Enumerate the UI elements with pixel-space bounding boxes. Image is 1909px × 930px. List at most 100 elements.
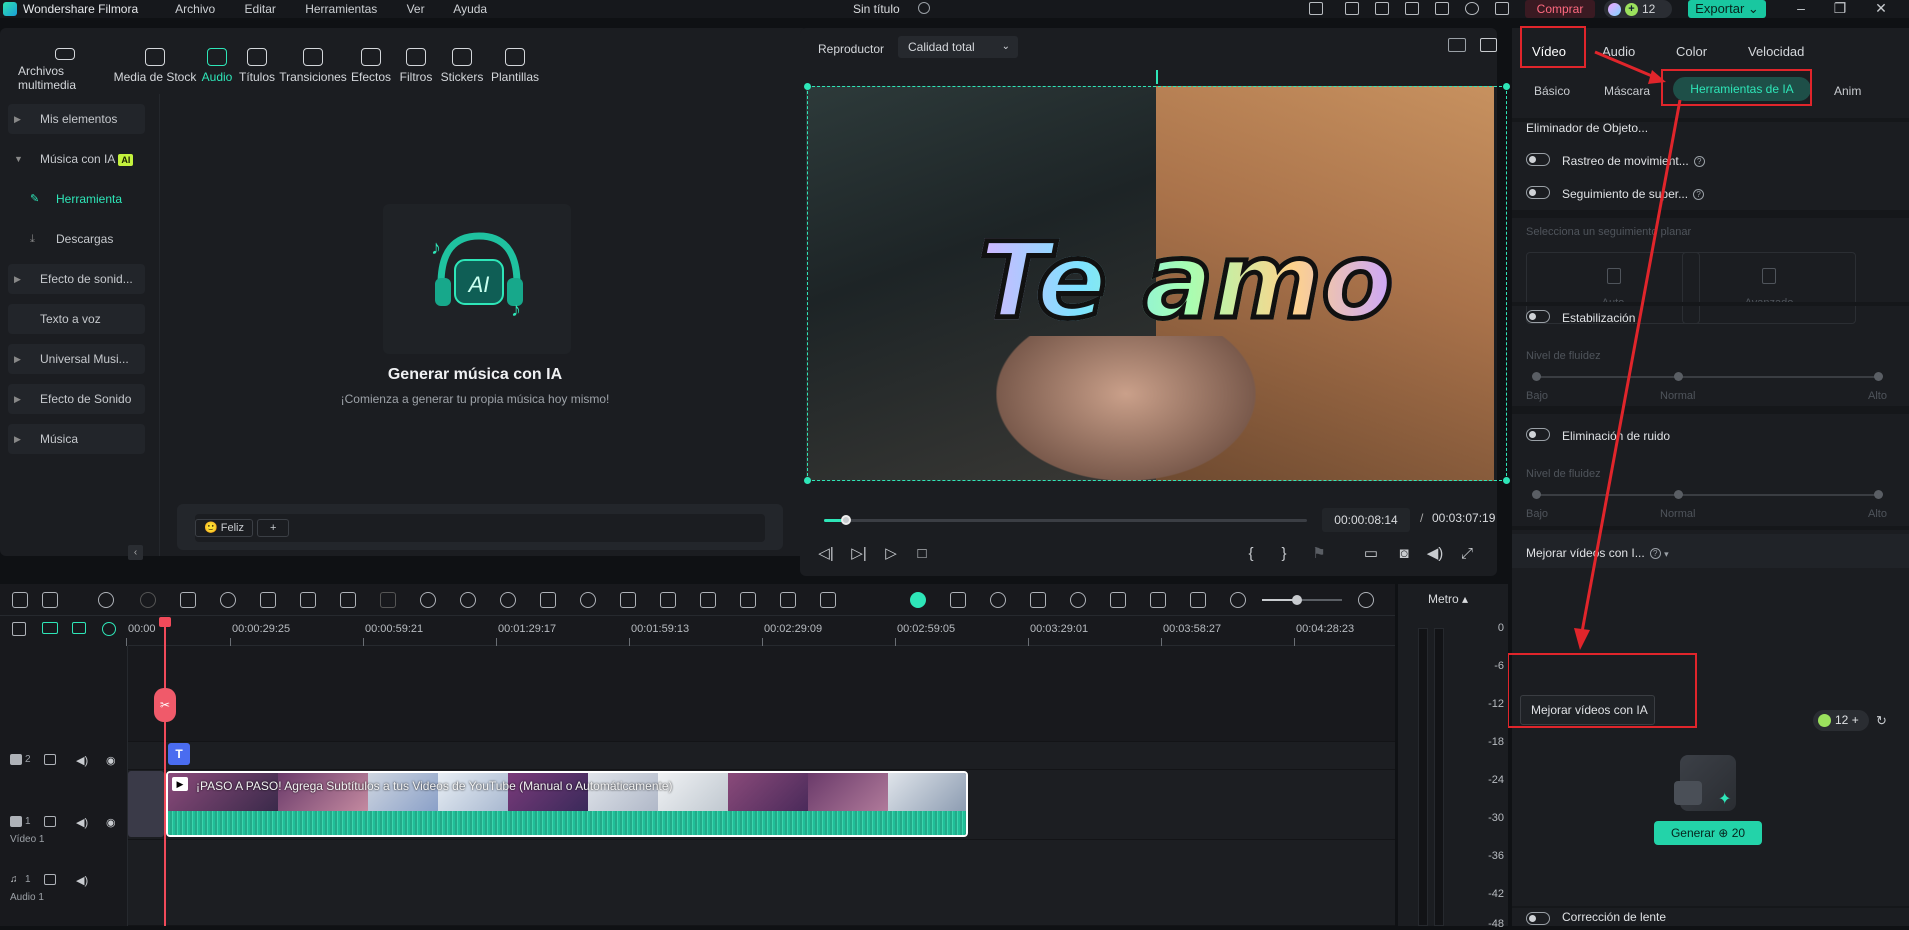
stabilization-toggle[interactable]: [1526, 310, 1550, 323]
subtab-mascara[interactable]: Máscara: [1604, 84, 1650, 98]
tab-transiciones[interactable]: Transiciones: [278, 28, 348, 92]
restore-icon[interactable]: ❐: [1833, 1, 1847, 15]
cloud-upload-icon[interactable]: [1435, 2, 1449, 15]
subtab-animacion[interactable]: Anim: [1834, 84, 1861, 98]
mark-in-icon[interactable]: {: [1242, 545, 1260, 563]
collapse-panel-icon[interactable]: ‹: [128, 545, 143, 560]
save-icon[interactable]: [1405, 2, 1419, 15]
send-icon[interactable]: [1309, 2, 1323, 15]
color-icon[interactable]: [460, 592, 476, 608]
mood-chip-feliz[interactable]: 🙂 Feliz: [195, 519, 253, 537]
text-clip-marker[interactable]: T: [168, 743, 190, 765]
layout-icon[interactable]: [1375, 2, 1389, 15]
tab-stickers[interactable]: Stickers: [438, 28, 486, 92]
menu-ver[interactable]: Ver: [407, 2, 425, 16]
zoom-in-icon[interactable]: [1358, 592, 1374, 608]
folder-icon[interactable]: [44, 816, 56, 827]
progress-knob[interactable]: [840, 515, 851, 525]
resize-handle[interactable]: [804, 477, 811, 484]
rotate-handle[interactable]: [1156, 70, 1158, 84]
sidebar-item-mis-elementos[interactable]: ▶ Mis elementos: [8, 104, 145, 134]
surface-tracking-toggle[interactable]: [1526, 186, 1550, 199]
zoom-out-icon[interactable]: [1230, 592, 1246, 608]
add-chip-button[interactable]: +: [257, 519, 290, 537]
prompt-input[interactable]: 🙂 Feliz +: [195, 514, 765, 542]
sidebar-item-herramienta[interactable]: ✎ Herramienta: [20, 184, 157, 214]
marker-icon[interactable]: ⚑: [1310, 545, 1328, 563]
sidebar-item-universal-music[interactable]: ▶ Universal Musi...: [8, 344, 145, 374]
folder-icon[interactable]: [44, 754, 56, 765]
prev-frame-icon[interactable]: ◁|: [817, 545, 835, 563]
auto-highlight-icon[interactable]: [950, 592, 966, 608]
record-icon[interactable]: [990, 592, 1006, 608]
timeline-ruler[interactable]: 00:00 00:00:29:25 00:00:59:21 00:01:29:1…: [126, 616, 1395, 646]
tab-filtros[interactable]: Filtros: [394, 28, 438, 92]
image-settings-icon[interactable]: [1150, 592, 1166, 608]
shield-icon[interactable]: [1030, 592, 1046, 608]
grid-view-icon[interactable]: [1448, 38, 1466, 52]
playhead-handle[interactable]: [159, 617, 171, 627]
resize-handle[interactable]: [1503, 477, 1510, 484]
add-track-icon[interactable]: [12, 622, 26, 636]
slider-stop[interactable]: [1674, 490, 1683, 499]
cut-icon[interactable]: [220, 592, 236, 608]
menu-editar[interactable]: Editar: [245, 2, 276, 16]
track-audio-1[interactable]: [128, 840, 1395, 926]
help-icon[interactable]: ?: [1693, 156, 1705, 168]
translate-icon[interactable]: [740, 592, 756, 608]
menu-herramientas[interactable]: Herramientas: [305, 2, 377, 16]
link-track-icon[interactable]: [42, 622, 58, 634]
selection-frame[interactable]: [807, 86, 1507, 481]
play-icon[interactable]: ▷: [882, 545, 900, 563]
denoise-toggle[interactable]: [1526, 428, 1550, 441]
crop-icon[interactable]: [260, 592, 276, 608]
link-icon[interactable]: [820, 592, 836, 608]
tab-audio-inspector[interactable]: Audio: [1602, 44, 1635, 59]
sidebar-item-descargas[interactable]: ⤓ Descargas: [20, 224, 157, 254]
speaker-icon[interactable]: ◀): [76, 874, 88, 887]
slider-stop[interactable]: [1532, 372, 1541, 381]
subtab-basico[interactable]: Básico: [1534, 84, 1570, 98]
advanced-tracking-button[interactable]: Avanzado: [1682, 252, 1856, 324]
tab-velocidad[interactable]: Velocidad: [1748, 44, 1804, 59]
generate-button[interactable]: Generar ⊕ 20: [1654, 821, 1762, 845]
buy-button[interactable]: Comprar: [1525, 0, 1595, 18]
fullscreen-icon[interactable]: ⤢: [1458, 545, 1476, 563]
timer-icon[interactable]: [580, 592, 596, 608]
slider-stop[interactable]: [1532, 490, 1541, 499]
split-scissors-icon[interactable]: ✂: [154, 688, 176, 722]
minimize-icon[interactable]: –: [1794, 1, 1808, 15]
speaker-icon[interactable]: ◀): [76, 754, 88, 767]
ai-disabled-icon[interactable]: [380, 592, 396, 608]
headset-icon[interactable]: [1465, 2, 1479, 15]
mask-icon[interactable]: [340, 592, 356, 608]
tab-color[interactable]: Color: [1676, 44, 1707, 59]
menu-archivo[interactable]: Archivo: [175, 2, 215, 16]
microphone-icon[interactable]: [1070, 592, 1086, 608]
sidebar-item-musica[interactable]: ▶ Música: [8, 424, 145, 454]
text-tool-icon[interactable]: [300, 592, 316, 608]
tab-archivos-multimedia[interactable]: Archivos multimedia: [18, 28, 112, 92]
snapshot-view-icon[interactable]: [1480, 38, 1497, 52]
zoom-knob[interactable]: [1292, 595, 1302, 605]
group-icon[interactable]: [700, 592, 716, 608]
mark-out-icon[interactable]: }: [1275, 545, 1293, 563]
sidebar-item-musica-ia[interactable]: ▼ Música con IA AI: [8, 144, 145, 174]
display-icon[interactable]: ▭: [1362, 545, 1380, 563]
project-settings-icon[interactable]: [1345, 2, 1359, 15]
sidebar-item-efecto-sonido-ai[interactable]: ▶ Efecto de sonid...: [8, 264, 145, 294]
export-button[interactable]: Exportar ⌄: [1688, 0, 1766, 18]
smoothness-slider[interactable]: [1532, 372, 1883, 381]
stop-icon[interactable]: □: [913, 545, 931, 563]
playhead[interactable]: [164, 618, 166, 926]
track-settings-icon[interactable]: [72, 622, 86, 634]
enhance-video-label[interactable]: Mejorar vídeos con I...? ▾: [1526, 546, 1669, 560]
freeze-icon[interactable]: [620, 592, 636, 608]
slider-stop[interactable]: [1674, 372, 1683, 381]
feature-credits-badge[interactable]: 12 +: [1813, 710, 1869, 731]
speed-icon[interactable]: [420, 592, 436, 608]
denoise-slider[interactable]: [1532, 490, 1883, 499]
ai-tool-icon[interactable]: [500, 592, 516, 608]
eye-icon[interactable]: ◉: [106, 754, 116, 767]
edit-icon[interactable]: [540, 592, 556, 608]
